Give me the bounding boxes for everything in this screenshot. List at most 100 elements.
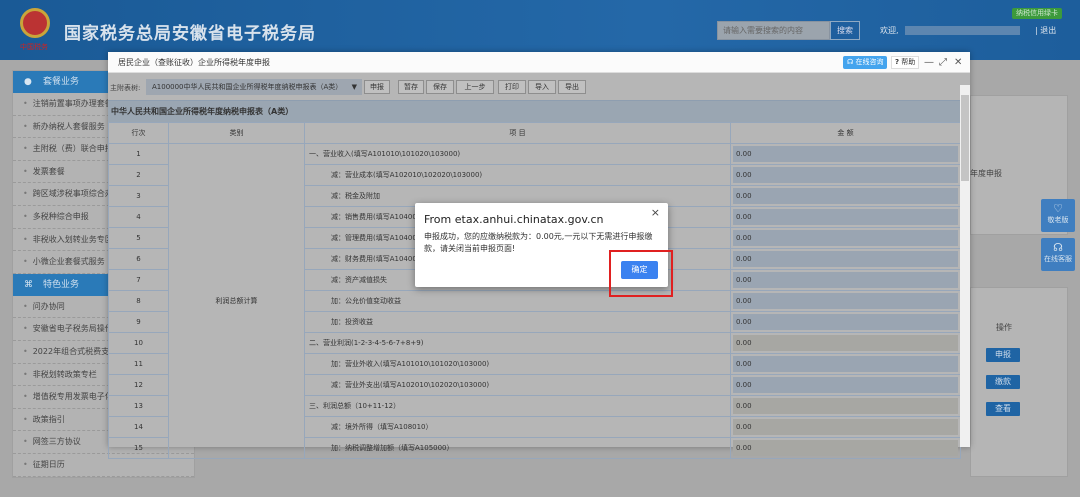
dialog-close-icon[interactable]: × <box>651 206 660 219</box>
row-number: 13 <box>108 395 169 417</box>
username-redacted <box>905 26 1020 35</box>
row-item: 二、营业利润(1-2-3-4-5-6-7+8+9) <box>304 332 731 354</box>
row-item: 减：境外所得（填写A108010） <box>304 416 731 438</box>
online-service-button[interactable]: ☊ 在线客服 <box>1041 238 1075 271</box>
col-category: 类别 <box>168 122 305 144</box>
toolbar-button[interactable]: 打印 <box>498 80 526 94</box>
amount-cell: 0.00 <box>730 290 961 312</box>
row-item: 加：投资收益 <box>304 311 731 333</box>
row-number: 14 <box>108 416 169 438</box>
toolbar-button[interactable]: 导入 <box>528 80 556 94</box>
col-row-no: 行次 <box>108 122 169 144</box>
toolbar-button[interactable]: 保存 <box>426 80 454 94</box>
amount-input: 0.00 <box>733 335 958 351</box>
row-number: 5 <box>108 227 169 249</box>
emblem-text: 中国税务 <box>20 43 48 51</box>
credit-badge[interactable]: 纳税信用绿卡 <box>1012 8 1062 19</box>
row-number: 15 <box>108 437 169 459</box>
amount-input: 0.00 <box>733 419 958 435</box>
category-cell: 利润总额计算 <box>168 143 305 459</box>
search-input[interactable]: 请输入需要搜索的内容 <box>717 21 830 40</box>
row-number: 10 <box>108 332 169 354</box>
scrollbar[interactable] <box>960 85 970 447</box>
view-button[interactable]: 查看 <box>986 402 1020 416</box>
amount-cell: 0.00 <box>730 332 961 354</box>
close-icon[interactable]: ✕ <box>954 52 962 73</box>
amount-input[interactable]: 0.00 <box>733 377 958 393</box>
amount-cell: 0.00 <box>730 437 961 459</box>
amount-input[interactable]: 0.00 <box>733 146 958 162</box>
amount-input[interactable]: 0.00 <box>733 188 958 204</box>
ops-header: 操作 <box>996 323 1012 332</box>
row-number: 1 <box>108 143 169 165</box>
scrollbar-thumb[interactable] <box>961 95 969 181</box>
amount-cell: 0.00 <box>730 353 961 375</box>
row-item: 减：营业外支出(填写A102010\102020\103000) <box>304 374 731 396</box>
dialog-title: From etax.anhui.chinatax.gov.cn <box>424 213 604 226</box>
logout-link[interactable]: | 退出 <box>1035 25 1056 36</box>
row-number: 9 <box>108 311 169 333</box>
welcome-text: 欢迎, <box>880 26 899 35</box>
row-number: 4 <box>108 206 169 228</box>
amount-cell: 0.00 <box>730 185 961 207</box>
amount-input[interactable]: 0.00 <box>733 209 958 225</box>
row-item: 减：营业成本(填写A102010\102020\103000) <box>304 164 731 186</box>
table-row: 1 利润总额计算 一、营业收入(填写A101010\101020\103000) 0.… <box>108 143 961 459</box>
amount-input[interactable]: 0.00 <box>733 251 958 267</box>
row-item: 加：营业外收入(填写A101010\101020\103000) <box>304 353 731 375</box>
amount-cell: 0.00 <box>730 248 961 270</box>
table-title: 中华人民共和国企业所得税年度纳税申报表（A类） <box>108 100 960 122</box>
row-item: 加：纳税调整增加额（填写A105000） <box>304 437 731 459</box>
amount-cell: 0.00 <box>730 164 961 186</box>
toolbar-button[interactable]: 上一步 <box>456 80 494 94</box>
elder-mode-button[interactable]: ♡ 敬老版 <box>1041 199 1075 232</box>
amount-cell: 0.00 <box>730 143 961 165</box>
site-title: 国家税务总局安徽省电子税务局 <box>64 24 316 44</box>
amount-input[interactable]: 0.00 <box>733 293 958 309</box>
declare-button[interactable]: 申报 <box>986 348 1020 362</box>
search-button[interactable]: 搜索 <box>830 21 860 40</box>
elder-icon: ♡ <box>1053 202 1063 215</box>
modal-titlebar: 居民企业（查账征收）企业所得税年度申报 ☊ 在线咨询 ? 帮助 — ⤢ ✕ <box>108 52 970 73</box>
row-item: 一、营业收入(填写A101010\101020\103000) <box>304 143 731 165</box>
amount-cell: 0.00 <box>730 206 961 228</box>
maximize-icon[interactable]: ⤢ <box>939 52 947 73</box>
row-number: 8 <box>108 290 169 312</box>
toolbar: 主附表树: A100000中华人民共和国企业所得税年度纳税申报表（A类） ▼ 申报… <box>108 75 960 99</box>
row-item: 三、利润总额（10+11-12） <box>304 395 731 417</box>
amount-input[interactable]: 0.00 <box>733 272 958 288</box>
col-item: 项 目 <box>304 122 731 144</box>
help-button[interactable]: ? 帮助 <box>891 56 920 69</box>
headset-icon: ☊ <box>1053 241 1063 254</box>
amount-input: 0.00 <box>733 440 958 456</box>
minimize-icon[interactable]: — <box>924 52 934 73</box>
amount-cell: 0.00 <box>730 227 961 249</box>
toolbar-button[interactable]: 暂存 <box>398 80 424 94</box>
online-consult-button[interactable]: ☊ 在线咨询 <box>843 56 888 69</box>
modal-title: 居民企业（查账征收）企业所得税年度申报 <box>118 58 270 67</box>
form-select[interactable]: A100000中华人民共和国企业所得税年度纳税申报表（A类） ▼ <box>146 79 362 95</box>
toolbar-button[interactable]: 申报 <box>364 80 390 94</box>
declaration-table: 行次 类别 项 目 金 额 1 利润总额计算 一、营业收入(填写A101010\10… <box>108 122 961 459</box>
row-number: 12 <box>108 374 169 396</box>
tax-emblem-icon <box>20 8 50 38</box>
pay-button[interactable]: 缴款 <box>986 375 1020 389</box>
row-number: 3 <box>108 185 169 207</box>
amount-input[interactable]: 0.00 <box>733 230 958 246</box>
row-number: 11 <box>108 353 169 375</box>
col-amount: 金 额 <box>730 122 961 144</box>
amount-input[interactable]: 0.00 <box>733 356 958 372</box>
row-number: 6 <box>108 248 169 270</box>
row-number: 7 <box>108 269 169 291</box>
background-text: 年度申报 <box>970 169 1002 178</box>
highlight-box <box>609 250 673 297</box>
toolbar-button[interactable]: 导出 <box>558 80 586 94</box>
row-number: 2 <box>108 164 169 186</box>
amount-cell: 0.00 <box>730 395 961 417</box>
grid-icon: ⌘ <box>24 279 33 290</box>
amount-input[interactable]: 0.00 <box>733 314 958 330</box>
amount-input[interactable]: 0.00 <box>733 167 958 183</box>
amount-cell: 0.00 <box>730 416 961 438</box>
form-tree-label: 主附表树: <box>110 84 141 92</box>
caret-down-icon: ▼ <box>351 83 357 91</box>
